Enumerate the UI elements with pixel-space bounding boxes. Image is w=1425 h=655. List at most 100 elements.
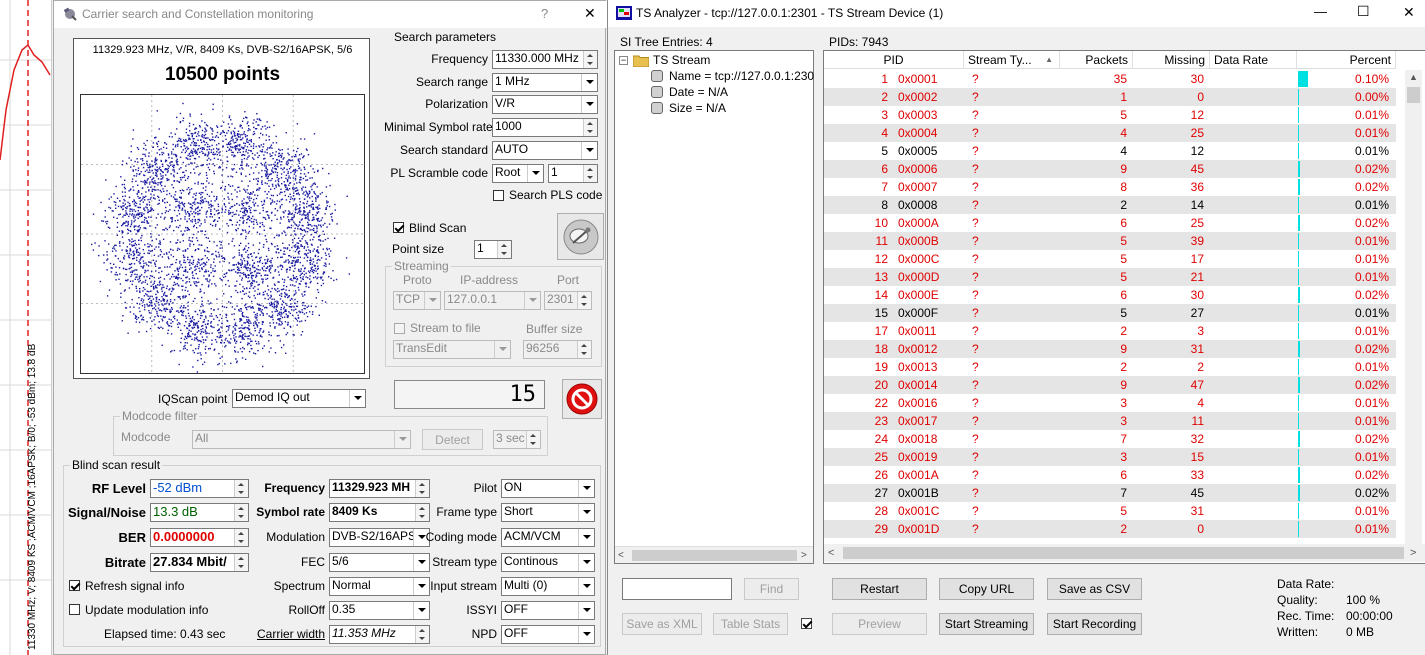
ts-title-bar[interactable]: TS Analyzer - tcp://127.0.0.1:2301 - TS … xyxy=(608,0,1425,27)
find-button[interactable]: Find xyxy=(744,578,799,600)
stop-button[interactable] xyxy=(562,379,602,419)
coding-mode-select[interactable]: ACM/VCM xyxy=(501,528,595,547)
pilot-select[interactable]: ON xyxy=(501,479,595,498)
min-symbol-rate-input[interactable]: 1000 xyxy=(492,118,598,137)
close-icon[interactable]: ✕ xyxy=(584,5,596,22)
port-input[interactable]: 2301 xyxy=(544,291,592,310)
search-pls-checkbox[interactable] xyxy=(493,190,504,201)
save-as-xml-button[interactable]: Save as XML xyxy=(622,613,702,635)
tree-name-label[interactable]: Name = tcp://127.0.0.1:2301 xyxy=(669,69,814,83)
detect-button[interactable]: Detect xyxy=(422,429,483,450)
table-row[interactable]: 2 0x0002? 1 0 0.00% xyxy=(824,88,1396,106)
column-header[interactable]: Percent xyxy=(1297,51,1396,69)
table-row[interactable]: 1 0x0001? 35 30 0.10% xyxy=(824,70,1396,88)
tree-root-label[interactable]: TS Stream xyxy=(653,53,710,67)
start-recording-button[interactable]: Start Recording xyxy=(1047,613,1142,635)
table-row[interactable]: 20 0x0014? 9 47 0.02% xyxy=(824,376,1396,394)
table-row[interactable]: 15 0x000F? 5 27 0.01% xyxy=(824,304,1396,322)
ip-address-select[interactable]: 127.0.0.1 xyxy=(444,291,541,310)
table-row[interactable]: 24 0x0018? 7 32 0.02% xyxy=(824,430,1396,448)
table-row[interactable]: 4 0x0004? 4 25 0.01% xyxy=(824,124,1396,142)
table-row[interactable]: 25 0x0019? 3 15 0.01% xyxy=(824,448,1396,466)
table-stats-button[interactable]: Table Stats xyxy=(713,613,788,635)
hscroll-right-icon[interactable]: > xyxy=(1410,547,1416,559)
table-row[interactable]: 19 0x0013? 2 2 0.01% xyxy=(824,358,1396,376)
table-row[interactable]: 6 0x0006? 9 45 0.02% xyxy=(824,160,1396,178)
tree-date-label[interactable]: Date = N/A xyxy=(669,85,728,99)
iqscan-point-select[interactable]: Demod IQ out xyxy=(232,389,366,408)
table-row[interactable]: 3 0x0003? 5 12 0.01% xyxy=(824,106,1396,124)
maximize-icon[interactable]: ☐ xyxy=(1357,3,1370,20)
table-row[interactable]: 14 0x000E? 6 30 0.02% xyxy=(824,286,1396,304)
bitrate-field[interactable]: 27.834 Mbit/ xyxy=(150,553,249,572)
blind-scan-checkbox[interactable] xyxy=(393,222,404,233)
table-row[interactable]: 17 0x0011? 2 3 0.01% xyxy=(824,322,1396,340)
pls-code-input[interactable]: 1 xyxy=(548,164,598,183)
tree-size-label[interactable]: Size = N/A xyxy=(669,101,726,115)
scroll-up-icon[interactable]: ▲ xyxy=(1409,72,1418,82)
copy-url-button[interactable]: Copy URL xyxy=(939,578,1034,600)
column-header[interactable]: Data Rate xyxy=(1210,51,1297,69)
carrier-title-bar[interactable]: Carrier search and Constellation monitor… xyxy=(54,1,607,28)
search-range-select[interactable]: 1 MHz xyxy=(492,73,598,92)
minimize-icon[interactable]: — xyxy=(1314,4,1327,19)
vertical-scroll-thumb[interactable] xyxy=(1407,87,1420,103)
table-row[interactable]: 29 0x001D? 2 0 0.01% xyxy=(824,520,1396,538)
start-streaming-button[interactable]: Start Streaming xyxy=(939,613,1034,635)
table-stats-checkbox[interactable] xyxy=(801,618,812,629)
modcode-select[interactable]: All xyxy=(192,430,411,449)
proto-select[interactable]: TCP xyxy=(393,291,441,310)
rolloff-select[interactable]: 0.35 xyxy=(329,601,430,620)
hscroll-thumb[interactable] xyxy=(843,547,1404,559)
table-row[interactable]: 11 0x000B? 5 39 0.01% xyxy=(824,232,1396,250)
table-row[interactable]: 12 0x000C? 5 17 0.01% xyxy=(824,250,1396,268)
column-header[interactable]: Stream Ty... ▲ xyxy=(964,51,1060,69)
pid-table-horizontal-scrollbar[interactable]: < > xyxy=(824,544,1425,562)
table-row[interactable]: 27 0x001B? 7 45 0.02% xyxy=(824,484,1396,502)
rf-level-field[interactable]: -52 dBm xyxy=(150,479,249,498)
update-modulation-checkbox[interactable] xyxy=(69,604,80,615)
help-button[interactable]: ? xyxy=(541,6,548,21)
restart-button[interactable]: Restart xyxy=(832,578,927,600)
modulation-select[interactable]: DVB-S2/16APSK xyxy=(329,528,430,547)
table-row[interactable]: 8 0x0008? 2 14 0.01% xyxy=(824,196,1396,214)
refresh-signal-checkbox[interactable] xyxy=(69,580,80,591)
table-row[interactable]: 5 0x0005? 4 12 0.01% xyxy=(824,142,1396,160)
detect-time-input[interactable]: 3 sec xyxy=(493,430,541,449)
spectrum-select[interactable]: Normal xyxy=(329,577,430,596)
issyi-select[interactable]: OFF xyxy=(501,601,595,620)
scroll-right-icon[interactable]: > xyxy=(801,550,807,561)
point-size-input[interactable]: 1 xyxy=(474,240,512,259)
tree-collapse-icon[interactable]: − xyxy=(619,56,628,65)
table-row[interactable]: 18 0x0012? 9 31 0.02% xyxy=(824,340,1396,358)
buffer-size-input[interactable]: 96256 xyxy=(523,340,592,359)
stream-to-file-checkbox[interactable] xyxy=(394,323,405,334)
signal-noise-field[interactable]: 13.3 dB xyxy=(150,503,249,522)
file-type-select[interactable]: TransEdit xyxy=(393,340,511,359)
tree-scroll-thumb[interactable] xyxy=(632,550,797,561)
column-header[interactable]: PID xyxy=(824,51,964,69)
scroll-left-icon[interactable]: < xyxy=(618,550,624,561)
carrier-width-label[interactable]: Carrier width xyxy=(250,627,325,641)
table-row[interactable]: 26 0x001A? 6 33 0.02% xyxy=(824,466,1396,484)
search-standard-select[interactable]: AUTO xyxy=(492,141,598,160)
find-input[interactable] xyxy=(622,578,732,600)
table-row[interactable]: 23 0x0017? 3 11 0.01% xyxy=(824,412,1396,430)
table-row[interactable]: 13 0x000D? 5 21 0.01% xyxy=(824,268,1396,286)
table-row[interactable]: 28 0x001C? 5 31 0.01% xyxy=(824,502,1396,520)
fec-select[interactable]: 5/6 xyxy=(329,553,430,572)
save-as-csv-button[interactable]: Save as CSV xyxy=(1047,578,1142,600)
column-header[interactable]: Packets xyxy=(1060,51,1133,69)
polarization-select[interactable]: V/R xyxy=(492,95,598,114)
scan-button[interactable] xyxy=(557,213,604,260)
pls-mode-select[interactable]: Root xyxy=(492,164,544,183)
result-frequency-field[interactable]: 11329.923 MH xyxy=(329,479,430,498)
stream-type-select[interactable]: Continous xyxy=(501,553,595,572)
column-header[interactable]: Missing xyxy=(1133,51,1210,69)
table-row[interactable]: 22 0x0016? 3 4 0.01% xyxy=(824,394,1396,412)
si-tree[interactable]: − TS Stream Name = tcp://127.0.0.1:2301 … xyxy=(614,50,814,564)
ber-field[interactable]: 0.0000000 xyxy=(150,528,249,547)
hscroll-left-icon[interactable]: < xyxy=(828,547,834,559)
tree-horizontal-scrollbar[interactable]: < > xyxy=(615,546,813,563)
carrier-width-field[interactable]: 11.353 MHz xyxy=(329,625,430,644)
